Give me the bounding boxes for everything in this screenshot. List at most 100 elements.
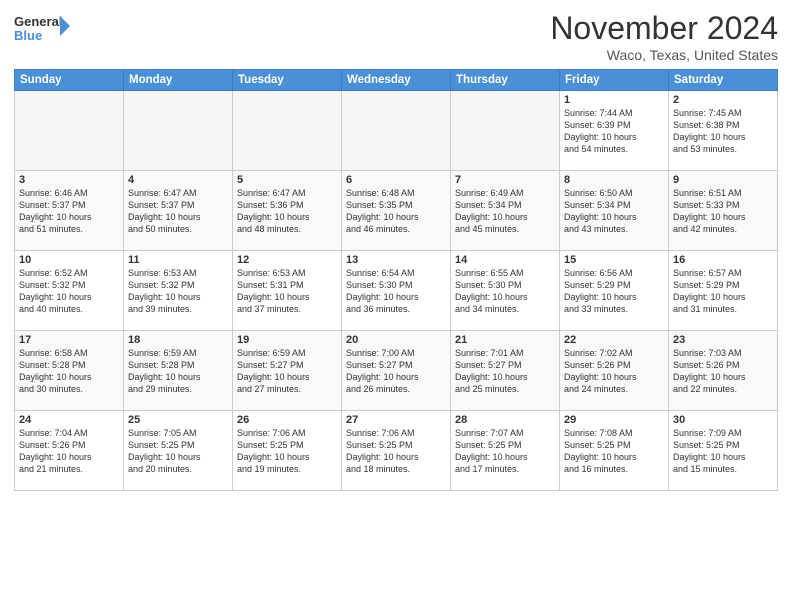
day-number: 18	[128, 334, 228, 346]
weekday-header-saturday: Saturday	[669, 70, 778, 91]
calendar-cell-w3-d5: 15Sunrise: 6:56 AM Sunset: 5:29 PM Dayli…	[560, 251, 669, 331]
calendar-cell-w1-d5: 1Sunrise: 7:44 AM Sunset: 6:39 PM Daylig…	[560, 91, 669, 171]
day-info: Sunrise: 6:56 AM Sunset: 5:29 PM Dayligh…	[564, 267, 664, 316]
calendar-cell-w4-d5: 22Sunrise: 7:02 AM Sunset: 5:26 PM Dayli…	[560, 331, 669, 411]
calendar-cell-w5-d2: 26Sunrise: 7:06 AM Sunset: 5:25 PM Dayli…	[233, 411, 342, 491]
day-number: 22	[564, 334, 664, 346]
weekday-header-sunday: Sunday	[15, 70, 124, 91]
title-block: November 2024 Waco, Texas, United States	[550, 10, 778, 63]
calendar-week-5: 24Sunrise: 7:04 AM Sunset: 5:26 PM Dayli…	[15, 411, 778, 491]
month-title: November 2024	[550, 10, 778, 47]
calendar-cell-w1-d6: 2Sunrise: 7:45 AM Sunset: 6:38 PM Daylig…	[669, 91, 778, 171]
day-info: Sunrise: 6:48 AM Sunset: 5:35 PM Dayligh…	[346, 187, 446, 236]
calendar-cell-w2-d3: 6Sunrise: 6:48 AM Sunset: 5:35 PM Daylig…	[342, 171, 451, 251]
day-number: 1	[564, 94, 664, 106]
calendar-cell-w3-d0: 10Sunrise: 6:52 AM Sunset: 5:32 PM Dayli…	[15, 251, 124, 331]
calendar-cell-w4-d2: 19Sunrise: 6:59 AM Sunset: 5:27 PM Dayli…	[233, 331, 342, 411]
day-number: 30	[673, 414, 773, 426]
calendar-cell-w2-d0: 3Sunrise: 6:46 AM Sunset: 5:37 PM Daylig…	[15, 171, 124, 251]
day-number: 21	[455, 334, 555, 346]
calendar-cell-w4-d0: 17Sunrise: 6:58 AM Sunset: 5:28 PM Dayli…	[15, 331, 124, 411]
day-info: Sunrise: 7:01 AM Sunset: 5:27 PM Dayligh…	[455, 347, 555, 396]
logo-general-text: General	[14, 14, 62, 29]
weekday-header-thursday: Thursday	[451, 70, 560, 91]
day-number: 19	[237, 334, 337, 346]
calendar-cell-w1-d0	[15, 91, 124, 171]
calendar-cell-w4-d1: 18Sunrise: 6:59 AM Sunset: 5:28 PM Dayli…	[124, 331, 233, 411]
day-info: Sunrise: 7:03 AM Sunset: 5:26 PM Dayligh…	[673, 347, 773, 396]
day-info: Sunrise: 6:55 AM Sunset: 5:30 PM Dayligh…	[455, 267, 555, 316]
calendar-cell-w5-d3: 27Sunrise: 7:06 AM Sunset: 5:25 PM Dayli…	[342, 411, 451, 491]
day-number: 2	[673, 94, 773, 106]
weekday-header-row: SundayMondayTuesdayWednesdayThursdayFrid…	[15, 70, 778, 91]
calendar-week-1: 1Sunrise: 7:44 AM Sunset: 6:39 PM Daylig…	[15, 91, 778, 171]
calendar-cell-w3-d1: 11Sunrise: 6:53 AM Sunset: 5:32 PM Dayli…	[124, 251, 233, 331]
calendar-cell-w3-d2: 12Sunrise: 6:53 AM Sunset: 5:31 PM Dayli…	[233, 251, 342, 331]
calendar-cell-w4-d6: 23Sunrise: 7:03 AM Sunset: 5:26 PM Dayli…	[669, 331, 778, 411]
calendar-cell-w1-d2	[233, 91, 342, 171]
weekday-header-tuesday: Tuesday	[233, 70, 342, 91]
location: Waco, Texas, United States	[550, 47, 778, 63]
day-number: 6	[346, 174, 446, 186]
calendar-week-3: 10Sunrise: 6:52 AM Sunset: 5:32 PM Dayli…	[15, 251, 778, 331]
day-info: Sunrise: 7:02 AM Sunset: 5:26 PM Dayligh…	[564, 347, 664, 396]
day-number: 20	[346, 334, 446, 346]
day-number: 16	[673, 254, 773, 266]
logo-arrow-icon	[60, 16, 70, 36]
calendar-week-4: 17Sunrise: 6:58 AM Sunset: 5:28 PM Dayli…	[15, 331, 778, 411]
day-info: Sunrise: 6:53 AM Sunset: 5:32 PM Dayligh…	[128, 267, 228, 316]
day-number: 12	[237, 254, 337, 266]
logo-svg: General Blue	[14, 10, 70, 48]
day-info: Sunrise: 6:47 AM Sunset: 5:36 PM Dayligh…	[237, 187, 337, 236]
day-info: Sunrise: 7:00 AM Sunset: 5:27 PM Dayligh…	[346, 347, 446, 396]
day-number: 24	[19, 414, 119, 426]
day-number: 11	[128, 254, 228, 266]
weekday-header-friday: Friday	[560, 70, 669, 91]
weekday-header-monday: Monday	[124, 70, 233, 91]
day-number: 17	[19, 334, 119, 346]
day-info: Sunrise: 7:06 AM Sunset: 5:25 PM Dayligh…	[346, 427, 446, 476]
day-info: Sunrise: 7:08 AM Sunset: 5:25 PM Dayligh…	[564, 427, 664, 476]
day-info: Sunrise: 6:52 AM Sunset: 5:32 PM Dayligh…	[19, 267, 119, 316]
calendar-cell-w5-d6: 30Sunrise: 7:09 AM Sunset: 5:25 PM Dayli…	[669, 411, 778, 491]
calendar-cell-w3-d3: 13Sunrise: 6:54 AM Sunset: 5:30 PM Dayli…	[342, 251, 451, 331]
day-info: Sunrise: 6:53 AM Sunset: 5:31 PM Dayligh…	[237, 267, 337, 316]
day-info: Sunrise: 6:46 AM Sunset: 5:37 PM Dayligh…	[19, 187, 119, 236]
header: General Blue November 2024 Waco, Texas, …	[14, 10, 778, 63]
calendar-cell-w5-d0: 24Sunrise: 7:04 AM Sunset: 5:26 PM Dayli…	[15, 411, 124, 491]
day-info: Sunrise: 6:51 AM Sunset: 5:33 PM Dayligh…	[673, 187, 773, 236]
calendar-cell-w2-d6: 9Sunrise: 6:51 AM Sunset: 5:33 PM Daylig…	[669, 171, 778, 251]
day-number: 26	[237, 414, 337, 426]
calendar-cell-w5-d1: 25Sunrise: 7:05 AM Sunset: 5:25 PM Dayli…	[124, 411, 233, 491]
day-number: 25	[128, 414, 228, 426]
calendar-table: SundayMondayTuesdayWednesdayThursdayFrid…	[14, 69, 778, 491]
day-info: Sunrise: 6:59 AM Sunset: 5:27 PM Dayligh…	[237, 347, 337, 396]
calendar-cell-w1-d1	[124, 91, 233, 171]
day-info: Sunrise: 7:05 AM Sunset: 5:25 PM Dayligh…	[128, 427, 228, 476]
day-info: Sunrise: 6:49 AM Sunset: 5:34 PM Dayligh…	[455, 187, 555, 236]
calendar-cell-w5-d5: 29Sunrise: 7:08 AM Sunset: 5:25 PM Dayli…	[560, 411, 669, 491]
day-number: 29	[564, 414, 664, 426]
day-number: 15	[564, 254, 664, 266]
calendar-cell-w2-d4: 7Sunrise: 6:49 AM Sunset: 5:34 PM Daylig…	[451, 171, 560, 251]
day-number: 10	[19, 254, 119, 266]
calendar-cell-w2-d1: 4Sunrise: 6:47 AM Sunset: 5:37 PM Daylig…	[124, 171, 233, 251]
calendar-cell-w1-d3	[342, 91, 451, 171]
day-number: 7	[455, 174, 555, 186]
page: General Blue November 2024 Waco, Texas, …	[0, 0, 792, 612]
calendar-cell-w3-d4: 14Sunrise: 6:55 AM Sunset: 5:30 PM Dayli…	[451, 251, 560, 331]
calendar-cell-w3-d6: 16Sunrise: 6:57 AM Sunset: 5:29 PM Dayli…	[669, 251, 778, 331]
calendar-cell-w2-d2: 5Sunrise: 6:47 AM Sunset: 5:36 PM Daylig…	[233, 171, 342, 251]
calendar-cell-w5-d4: 28Sunrise: 7:07 AM Sunset: 5:25 PM Dayli…	[451, 411, 560, 491]
day-number: 8	[564, 174, 664, 186]
day-info: Sunrise: 7:09 AM Sunset: 5:25 PM Dayligh…	[673, 427, 773, 476]
day-number: 27	[346, 414, 446, 426]
day-info: Sunrise: 6:47 AM Sunset: 5:37 PM Dayligh…	[128, 187, 228, 236]
day-number: 5	[237, 174, 337, 186]
day-number: 23	[673, 334, 773, 346]
day-info: Sunrise: 7:45 AM Sunset: 6:38 PM Dayligh…	[673, 107, 773, 156]
calendar-week-2: 3Sunrise: 6:46 AM Sunset: 5:37 PM Daylig…	[15, 171, 778, 251]
weekday-header-wednesday: Wednesday	[342, 70, 451, 91]
day-number: 14	[455, 254, 555, 266]
logo: General Blue	[14, 10, 70, 48]
